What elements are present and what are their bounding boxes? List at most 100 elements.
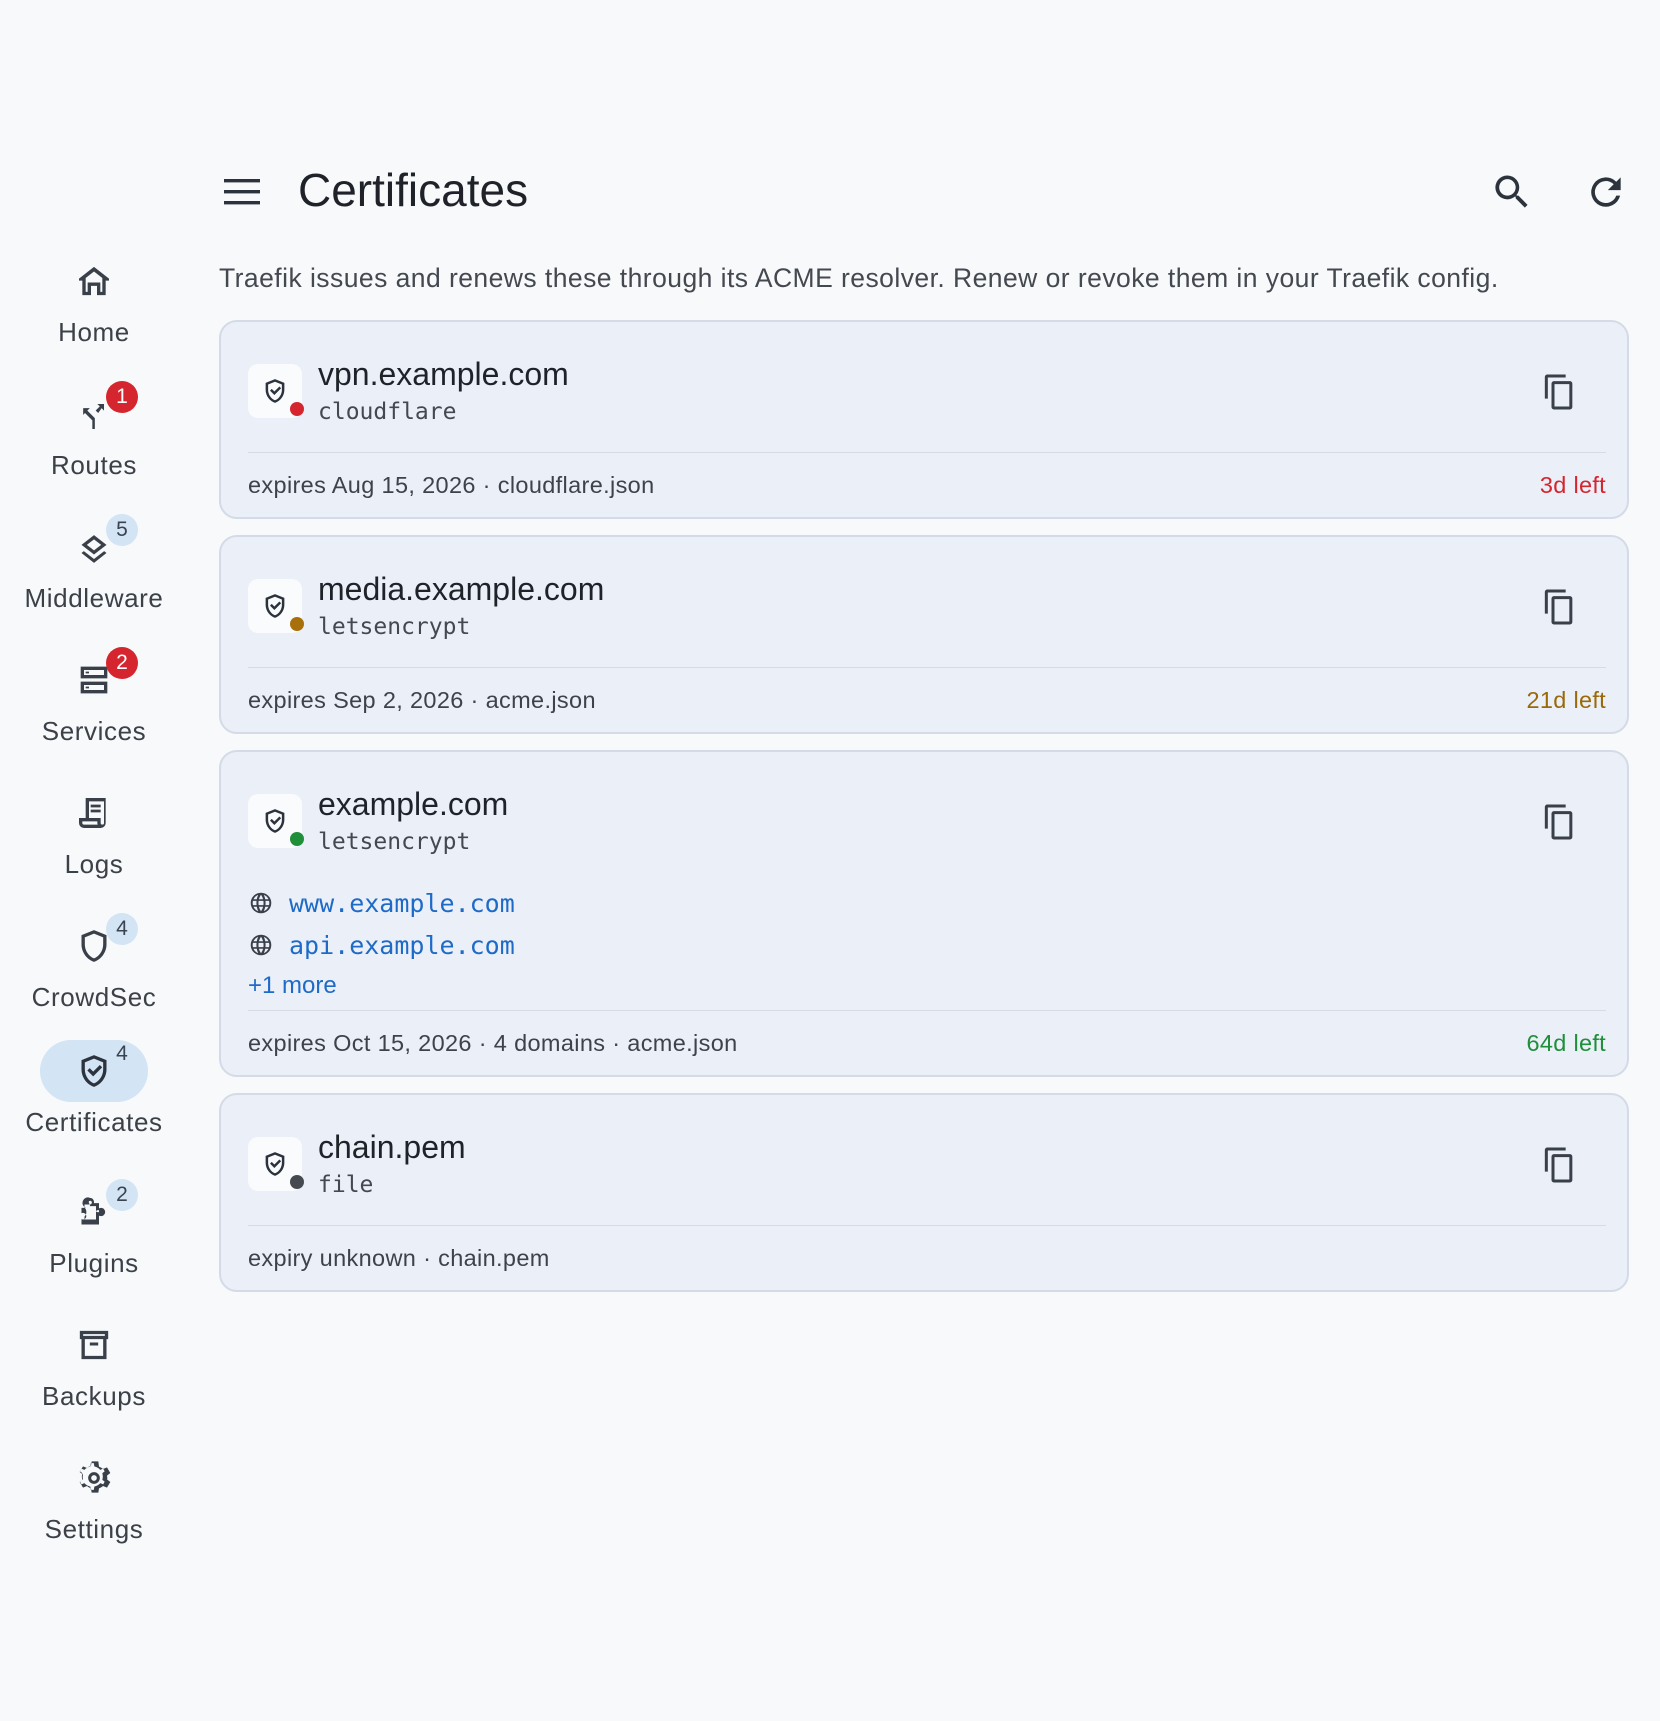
certificate-resolver: letsencrypt bbox=[318, 829, 471, 855]
nav-item-services[interactable]: 2 Services bbox=[0, 647, 188, 782]
copy-button[interactable] bbox=[1539, 802, 1579, 842]
status-dot bbox=[290, 402, 304, 416]
nav-item-backups[interactable]: Backups bbox=[0, 1314, 188, 1447]
nav-pill: 4 bbox=[40, 913, 148, 977]
show-more-link[interactable]: +1 more bbox=[248, 972, 337, 1000]
nav-item-label: CrowdSec bbox=[31, 982, 157, 1012]
certificate-icon-box bbox=[248, 364, 304, 418]
globe-icon bbox=[250, 934, 272, 956]
home-icon bbox=[79, 266, 109, 296]
crowdsec-badge: 4 bbox=[106, 913, 138, 945]
plugins-badge: 2 bbox=[106, 1179, 138, 1211]
nav-item-logs[interactable]: Logs bbox=[0, 782, 188, 915]
days-left: 3d left bbox=[1539, 471, 1606, 498]
receipt-icon bbox=[79, 798, 106, 828]
days-left: 64d left bbox=[1526, 1029, 1606, 1056]
nav-pill bbox=[40, 782, 148, 844]
nav-item-settings[interactable]: Settings bbox=[0, 1447, 188, 1580]
certificate-resolver: cloudflare bbox=[318, 399, 457, 425]
search-icon bbox=[1495, 175, 1528, 208]
certificate-card[interactable]: chain.pem file expiry unknown · chain.pe… bbox=[219, 1093, 1629, 1292]
shield-check-icon bbox=[265, 594, 285, 618]
copy-icon bbox=[1544, 589, 1573, 625]
certificate-icon-box bbox=[248, 1137, 304, 1191]
nav-item-label: Logs bbox=[64, 849, 124, 879]
copy-button[interactable] bbox=[1539, 372, 1579, 412]
shield-check-icon bbox=[265, 809, 285, 833]
services-badge: 2 bbox=[106, 647, 138, 679]
hamburger-menu-icon bbox=[224, 179, 260, 205]
copy-icon bbox=[1544, 374, 1573, 410]
nav-item-middleware[interactable]: 5 Middleware bbox=[0, 514, 188, 649]
certificate-icon-box bbox=[248, 579, 304, 633]
nav-item-label: Services bbox=[41, 716, 147, 746]
page-subtitle: Traefik issues and renews these through … bbox=[219, 263, 1499, 293]
certificate-card[interactable]: media.example.com letsencrypt expires Se… bbox=[219, 535, 1629, 734]
certificate-footer: expires Aug 15, 2026 · cloudflare.json 3… bbox=[248, 452, 1606, 517]
nav-pill: 2 bbox=[40, 1179, 148, 1243]
san-link[interactable]: api.example.com bbox=[289, 931, 515, 960]
certificate-expiry: expires Sep 2, 2026 · acme.json bbox=[248, 686, 596, 713]
search-button[interactable] bbox=[1490, 170, 1534, 214]
certificate-name: chain.pem bbox=[318, 1129, 466, 1165]
copy-button[interactable] bbox=[1539, 1145, 1579, 1185]
refresh-button[interactable] bbox=[1584, 170, 1628, 214]
certificate-footer: expires Oct 15, 2026 · 4 domains · acme.… bbox=[248, 1010, 1606, 1075]
middleware-badge: 5 bbox=[106, 514, 138, 546]
certificate-expiry: expires Aug 15, 2026 · cloudflare.json bbox=[248, 471, 655, 498]
globe-icon bbox=[250, 892, 272, 914]
gear-icon bbox=[79, 1461, 111, 1493]
copy-icon bbox=[1544, 804, 1573, 840]
certificate-name: media.example.com bbox=[318, 571, 605, 607]
nav-item-label: Certificates bbox=[25, 1107, 163, 1137]
days-left: 21d left bbox=[1526, 686, 1606, 713]
certificate-footer: expires Sep 2, 2026 · acme.json 21d left bbox=[248, 667, 1606, 732]
certificate-card[interactable]: example.com letsencrypt www.example.com … bbox=[219, 750, 1629, 1077]
status-dot bbox=[290, 1175, 304, 1189]
status-dot bbox=[290, 617, 304, 631]
nav-pill bbox=[40, 1314, 148, 1376]
nav-item-label: Backups bbox=[42, 1381, 146, 1411]
routes-badge: 1 bbox=[106, 381, 138, 413]
certificate-card[interactable]: vpn.example.com cloudflare expires Aug 1… bbox=[219, 320, 1629, 519]
nav-item-home[interactable]: Home bbox=[0, 250, 188, 383]
nav-pill: 1 bbox=[40, 381, 148, 445]
nav-item-certificates[interactable]: 4 Certificates bbox=[0, 1040, 188, 1173]
certificate-name: vpn.example.com bbox=[318, 356, 569, 392]
navigation-rail: Home 1 Routes 5 Middleware 2 Services Lo… bbox=[0, 0, 188, 1721]
nav-item-label: Routes bbox=[51, 450, 137, 480]
nav-item-label: Home bbox=[58, 317, 130, 347]
nav-pill: 2 bbox=[40, 647, 148, 711]
san-row: www.example.com bbox=[248, 882, 1627, 924]
nav-pill bbox=[40, 1447, 148, 1509]
archive-icon bbox=[79, 1330, 109, 1360]
shield-check-icon bbox=[265, 1152, 285, 1176]
shield-check-icon bbox=[265, 379, 285, 403]
certificate-expiry: expiry unknown · chain.pem bbox=[248, 1244, 550, 1271]
san-link[interactable]: www.example.com bbox=[289, 889, 515, 918]
copy-button[interactable] bbox=[1539, 587, 1579, 627]
menu-button[interactable] bbox=[220, 172, 264, 212]
refresh-icon bbox=[1591, 177, 1621, 207]
nav-item-label: Settings bbox=[44, 1514, 144, 1544]
certificate-footer: expiry unknown · chain.pem bbox=[248, 1225, 1606, 1290]
nav-pill-active: 4 bbox=[40, 1040, 148, 1102]
nav-item-label: Middleware bbox=[24, 583, 164, 613]
nav-pill: 5 bbox=[40, 514, 148, 578]
certificate-list: vpn.example.com cloudflare expires Aug 1… bbox=[219, 320, 1629, 1308]
status-dot bbox=[290, 832, 304, 846]
certificate-expiry: expires Oct 15, 2026 · 4 domains · acme.… bbox=[248, 1029, 738, 1056]
page-title: Certificates bbox=[298, 164, 529, 216]
nav-item-crowdsec[interactable]: 4 CrowdSec bbox=[0, 913, 188, 1048]
certificate-icon-box bbox=[248, 794, 304, 848]
alternate-names: www.example.com api.example.com +1 more bbox=[221, 882, 1627, 1010]
nav-pill bbox=[40, 250, 148, 312]
certificates-badge: 4 bbox=[116, 1042, 128, 1065]
nav-item-routes[interactable]: 1 Routes bbox=[0, 381, 188, 516]
certificate-name: example.com bbox=[318, 786, 509, 822]
san-row: api.example.com bbox=[248, 924, 1627, 966]
certificate-resolver: file bbox=[318, 1172, 374, 1198]
certificate-resolver: letsencrypt bbox=[318, 614, 471, 640]
nav-item-plugins[interactable]: 2 Plugins bbox=[0, 1179, 188, 1314]
copy-icon bbox=[1544, 1147, 1573, 1183]
